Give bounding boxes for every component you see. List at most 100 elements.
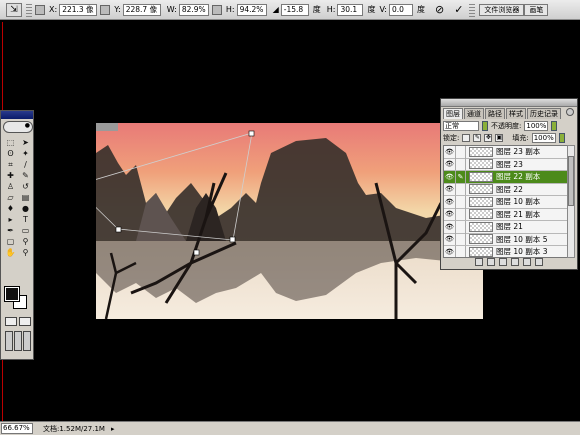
eye-icon[interactable]: 👁 <box>444 170 456 183</box>
document-tab[interactable] <box>96 123 118 131</box>
fill-field[interactable]: 100% <box>531 132 556 143</box>
eye-icon[interactable]: 👁 <box>444 233 456 246</box>
tab-styles[interactable]: 样式 <box>506 108 526 119</box>
lock-move-icon[interactable]: ✥ <box>484 133 493 142</box>
pen-tool-icon[interactable]: ✒ <box>3 225 18 236</box>
link-icon[interactable] <box>100 4 111 15</box>
magic-wand-icon[interactable]: ✦ <box>18 148 33 159</box>
angle-field[interactable]: -15.8 <box>280 3 309 16</box>
clone-stamp-icon[interactable]: ♙ <box>3 181 18 192</box>
type-tool-icon[interactable]: T <box>18 214 33 225</box>
layer-row[interactable]: 👁 图层 10 副本 3 <box>444 245 568 257</box>
dodge-tool-icon[interactable]: ● <box>18 203 33 214</box>
blend-mode-select[interactable]: 正常 <box>443 120 479 131</box>
chain-icon[interactable] <box>211 4 222 15</box>
slice-tool-icon[interactable]: ∕ <box>18 159 33 170</box>
brush-tool-icon[interactable]: ✎ <box>18 170 33 181</box>
layer-row[interactable]: 👁 图层 23 副本 <box>444 146 568 159</box>
cancel-icon[interactable]: ⊘ <box>435 3 444 16</box>
layer-style-icon[interactable] <box>475 258 483 266</box>
eraser-tool-icon[interactable]: ▱ <box>3 192 18 203</box>
foreground-color-swatch[interactable] <box>4 286 20 302</box>
eyedropper-icon[interactable]: ⚲ <box>18 236 33 247</box>
toolbox-titlebar[interactable] <box>1 111 33 119</box>
x-position-field[interactable]: 221.3 像 <box>59 3 98 16</box>
file-browser-tab[interactable]: 文件浏览器 <box>479 3 525 16</box>
lock-all-icon[interactable]: ▣ <box>495 133 504 142</box>
link-slot[interactable] <box>456 183 466 196</box>
notes-tool-icon[interactable]: ▢ <box>3 236 18 247</box>
panel-menu-icon[interactable] <box>566 108 574 116</box>
panel-titlebar[interactable] <box>441 99 577 107</box>
reference-point-icon[interactable] <box>35 4 45 15</box>
layer-list-scrollbar[interactable] <box>567 145 575 258</box>
gradient-tool-icon[interactable]: ▤ <box>18 192 33 203</box>
opacity-slider-icon[interactable] <box>551 120 558 131</box>
y-position-field[interactable]: 228.7 像 <box>122 3 161 16</box>
full-screen-menu-icon[interactable] <box>14 331 22 351</box>
document-canvas[interactable] <box>96 123 483 319</box>
quick-mask-icon[interactable] <box>19 317 31 326</box>
link-slot[interactable] <box>456 158 466 171</box>
link-slot[interactable] <box>456 245 466 257</box>
crop-tool-icon[interactable]: ⌗ <box>3 159 18 170</box>
horizontal-skew-field[interactable]: 30.1 <box>337 3 364 16</box>
eye-icon[interactable]: 👁 <box>444 183 456 196</box>
blend-dropdown-icon[interactable] <box>482 120 488 131</box>
zoom-tool-icon[interactable]: ⚲ <box>18 247 33 258</box>
toolbar-grip[interactable] <box>26 2 32 17</box>
lock-paint-icon[interactable]: ✎ <box>473 133 482 142</box>
eye-icon[interactable]: 👁 <box>444 146 456 158</box>
healing-brush-icon[interactable]: ✚ <box>3 170 18 181</box>
layer-row[interactable]: 👁 图层 21 <box>444 220 568 234</box>
link-slot[interactable] <box>456 220 466 233</box>
zoom-field[interactable]: 66.67% <box>1 423 33 434</box>
layer-row[interactable]: 👁 图层 23 <box>444 158 568 171</box>
eye-icon[interactable]: 👁 <box>444 220 456 233</box>
path-select-icon[interactable]: ▸ <box>3 214 18 225</box>
tab-channels[interactable]: 通道 <box>464 108 484 119</box>
adjustment-layer-icon[interactable] <box>511 258 519 266</box>
link-slot[interactable] <box>456 208 466 221</box>
standard-screen-icon[interactable] <box>5 331 13 351</box>
link-slot[interactable] <box>456 146 466 158</box>
fill-slider-icon[interactable] <box>558 132 565 143</box>
eye-icon[interactable]: 👁 <box>444 195 456 208</box>
brush-icon[interactable]: ✎ <box>456 170 466 183</box>
standard-mode-icon[interactable] <box>5 317 17 326</box>
trash-icon[interactable] <box>535 258 543 266</box>
scrollbar-thumb[interactable] <box>568 156 574 206</box>
height-field[interactable]: 94.2% <box>236 3 267 16</box>
new-layer-icon[interactable] <box>523 258 531 266</box>
lasso-tool-icon[interactable]: ʘ <box>3 148 18 159</box>
opacity-field[interactable]: 100% <box>524 120 549 131</box>
full-screen-icon[interactable] <box>23 331 31 351</box>
width-field[interactable]: 82.9% <box>178 3 209 16</box>
eye-icon[interactable]: 👁 <box>444 208 456 221</box>
link-slot[interactable] <box>456 233 466 246</box>
eye-icon[interactable]: 👁 <box>444 245 456 257</box>
tab-layers[interactable]: 图层 <box>443 108 463 119</box>
shape-tool-icon[interactable]: ▭ <box>18 225 33 236</box>
status-menu-icon[interactable]: ▸ <box>111 425 115 433</box>
layer-row[interactable]: 👁 图层 22 <box>444 183 568 196</box>
eye-icon[interactable]: 👁 <box>444 158 456 171</box>
brushes-tab[interactable]: 画笔 <box>524 3 549 16</box>
marquee-tool-icon[interactable]: ⬚ <box>3 137 18 148</box>
tab-paths[interactable]: 路径 <box>485 108 505 119</box>
blur-tool-icon[interactable]: ♦ <box>3 203 18 214</box>
layer-set-icon[interactable] <box>499 258 507 266</box>
transform-tool-icon[interactable]: ⇲ <box>6 2 22 17</box>
tab-history[interactable]: 历史记录 <box>527 108 561 119</box>
checkmark-icon[interactable]: ✓ <box>454 3 463 16</box>
history-brush-icon[interactable]: ↺ <box>18 181 33 192</box>
layer-row[interactable]: 👁 图层 10 副本 5 <box>444 233 568 246</box>
layer-mask-icon[interactable] <box>487 258 495 266</box>
vertical-skew-field[interactable]: 0.0 <box>388 3 413 16</box>
hand-tool-icon[interactable]: ✋ <box>3 247 18 258</box>
move-tool-icon[interactable]: ➤ <box>18 137 33 148</box>
layer-row[interactable]: 👁 图层 21 副本 <box>444 208 568 221</box>
layer-row-selected[interactable]: 👁 ✎ 图层 22 副本 <box>444 170 568 184</box>
link-slot[interactable] <box>456 195 466 208</box>
photoshop-logo-icon[interactable]: ● <box>3 121 33 133</box>
